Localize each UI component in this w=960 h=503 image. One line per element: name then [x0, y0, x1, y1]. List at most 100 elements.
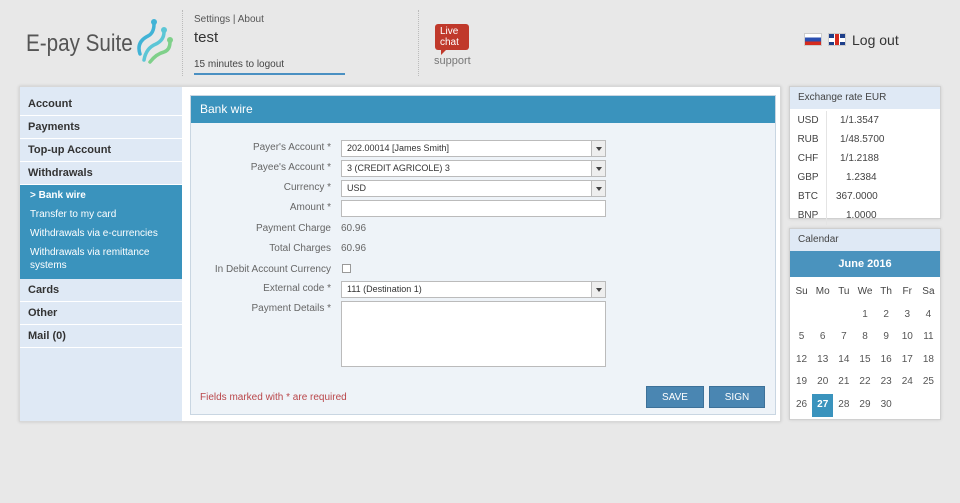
calendar-week-row: 26 27 28 29 30	[791, 393, 939, 417]
calendar-day[interactable]: 22	[854, 371, 875, 394]
support-label[interactable]: support	[434, 55, 471, 67]
sidebar-item-account[interactable]: Account	[20, 93, 182, 116]
payment-details-label: Payment Details *	[251, 303, 331, 314]
logo-mark-icon	[137, 19, 173, 64]
rate-row: BNP 1.0000	[790, 206, 940, 225]
calendar-day[interactable]: 15	[854, 349, 875, 372]
logout-timer: 15 minutes to logout	[194, 59, 285, 70]
calendar-week-row: 19 20 21 22 23 24 25	[791, 371, 939, 394]
total-charges-value: 60.96	[341, 243, 367, 254]
calendar-weekday: We	[857, 286, 873, 297]
sidebar-item-withdrawals[interactable]: Withdrawals	[20, 162, 182, 185]
sidebar: Account Payments Top-up Account Withdraw…	[20, 87, 182, 421]
calendar-day[interactable]: 18	[918, 349, 939, 372]
currency-select[interactable]: USD	[341, 180, 606, 197]
calendar-day[interactable]: 30	[876, 394, 897, 417]
logout-timer-bar	[194, 73, 345, 75]
calendar-day[interactable]: 20	[812, 371, 833, 394]
calendar-day[interactable]: 1	[854, 304, 875, 327]
calendar-day[interactable]: 12	[791, 349, 812, 372]
rate-value: 1/48.5700	[840, 134, 885, 145]
calendar-day[interactable]: 14	[833, 349, 854, 372]
english-flag-icon[interactable]	[828, 33, 846, 46]
amount-input[interactable]	[341, 200, 606, 217]
calendar-day[interactable]: 4	[918, 304, 939, 327]
calendar-day[interactable]: 29	[854, 394, 875, 417]
sidebar-item-topup[interactable]: Top-up Account	[20, 139, 182, 162]
calendar-day[interactable]: 10	[897, 326, 918, 349]
calendar-day[interactable]: 21	[833, 371, 854, 394]
calendar-day[interactable]: 11	[918, 326, 939, 349]
settings-link[interactable]: Settings	[194, 14, 230, 25]
logout-link[interactable]: Log out	[852, 32, 899, 48]
calendar-day[interactable]: 17	[897, 349, 918, 372]
calendar-weekday-row: Su Mo Tu We Th Fr Sa	[791, 281, 939, 304]
payees-account-label: Payee's Account *	[250, 162, 331, 173]
about-link[interactable]: About	[238, 14, 264, 25]
payers-account-select[interactable]: 202.00014 [James Smith]	[341, 140, 606, 157]
rate-value: 1/1.2188	[840, 153, 879, 164]
external-code-row: External code * 111 (Destination 1)	[191, 281, 777, 298]
calendar-day[interactable]: 7	[833, 326, 854, 349]
calendar-day[interactable]: 9	[876, 326, 897, 349]
calendar-month[interactable]: June 2016	[790, 251, 940, 277]
chevron-down-icon[interactable]	[591, 181, 605, 196]
sidebar-item-other[interactable]: Other	[20, 302, 182, 325]
calendar-day[interactable]: 28	[833, 394, 854, 417]
submenu-item-bank-wire[interactable]: > Bank wire	[20, 186, 182, 205]
calendar-day[interactable]: 8	[854, 326, 875, 349]
submenu-item-remittance[interactable]: Withdrawals via remittance systems	[20, 243, 182, 275]
rate-row: CHF 1/1.2188	[790, 149, 940, 168]
user-links: Settings | About	[194, 14, 264, 25]
submenu-item-e-currencies[interactable]: Withdrawals via e-currencies	[20, 224, 182, 243]
calendar-week-row: 5 6 7 8 9 10 11	[791, 326, 939, 349]
calendar-day	[812, 304, 833, 327]
calendar-day[interactable]: 2	[876, 304, 897, 327]
calendar-day[interactable]: 3	[897, 304, 918, 327]
sidebar-item-cards[interactable]: Cards	[20, 279, 182, 302]
calendar-day[interactable]: 13	[812, 349, 833, 372]
calendar-day[interactable]: 19	[791, 371, 812, 394]
calendar-day	[897, 394, 918, 417]
calendar-day[interactable]: 23	[876, 371, 897, 394]
chevron-down-icon[interactable]	[591, 161, 605, 176]
chat-bubble-icon[interactable]: Live chat	[435, 24, 469, 55]
payment-details-textarea[interactable]	[341, 301, 606, 367]
calendar-day[interactable]: 16	[876, 349, 897, 372]
rate-row: USD 1/1.3547	[790, 111, 940, 130]
payment-charge-value: 60.96	[341, 223, 367, 234]
rate-currency: RUB	[797, 134, 819, 145]
chevron-down-icon[interactable]	[591, 141, 605, 156]
save-button[interactable]: SAVE	[646, 386, 704, 408]
debit-currency-row: In Debit Account Currency	[191, 262, 777, 279]
calendar-day[interactable]: 5	[791, 326, 812, 349]
debit-currency-label: In Debit Account Currency	[214, 264, 331, 275]
live-chat[interactable]: Live chat support	[418, 10, 478, 76]
sidebar-item-payments[interactable]: Payments	[20, 116, 182, 139]
calendar-day[interactable]: 25	[918, 371, 939, 394]
calendar-day[interactable]: 26	[791, 394, 812, 417]
required-fields-note: Fields marked with * are required	[200, 392, 347, 403]
sidebar-item-mail[interactable]: Mail (0)	[20, 325, 182, 348]
chat-label-line1: Live	[440, 26, 459, 37]
rate-value: 367.0000	[836, 191, 878, 202]
calendar-day[interactable]: 6	[812, 326, 833, 349]
rate-value: 1.2384	[846, 172, 877, 183]
debit-currency-checkbox[interactable]	[342, 264, 351, 273]
user-panel: Settings | About test 15 minutes to logo…	[182, 10, 418, 76]
calendar-weekday: Th	[880, 286, 892, 297]
calendar-weekday: Tu	[838, 286, 850, 297]
chevron-down-icon[interactable]	[591, 282, 605, 297]
external-code-select[interactable]: 111 (Destination 1)	[341, 281, 606, 298]
russian-flag-icon[interactable]	[804, 33, 822, 46]
rate-currency: GBP	[797, 172, 819, 183]
calendar-day-today[interactable]: 27	[812, 393, 834, 417]
rate-currency: BNP	[797, 210, 819, 221]
payment-charge-row: Payment Charge 60.96	[191, 221, 777, 238]
chat-label-line2: chat	[440, 37, 459, 48]
payees-account-select[interactable]: 3 (CREDIT AGRICOLE) 3	[341, 160, 606, 177]
submenu-item-transfer-card[interactable]: Transfer to my card	[20, 205, 182, 224]
calendar-day[interactable]: 24	[897, 371, 918, 394]
rate-currency: BTC	[798, 191, 818, 202]
sign-button[interactable]: SIGN	[709, 386, 765, 408]
